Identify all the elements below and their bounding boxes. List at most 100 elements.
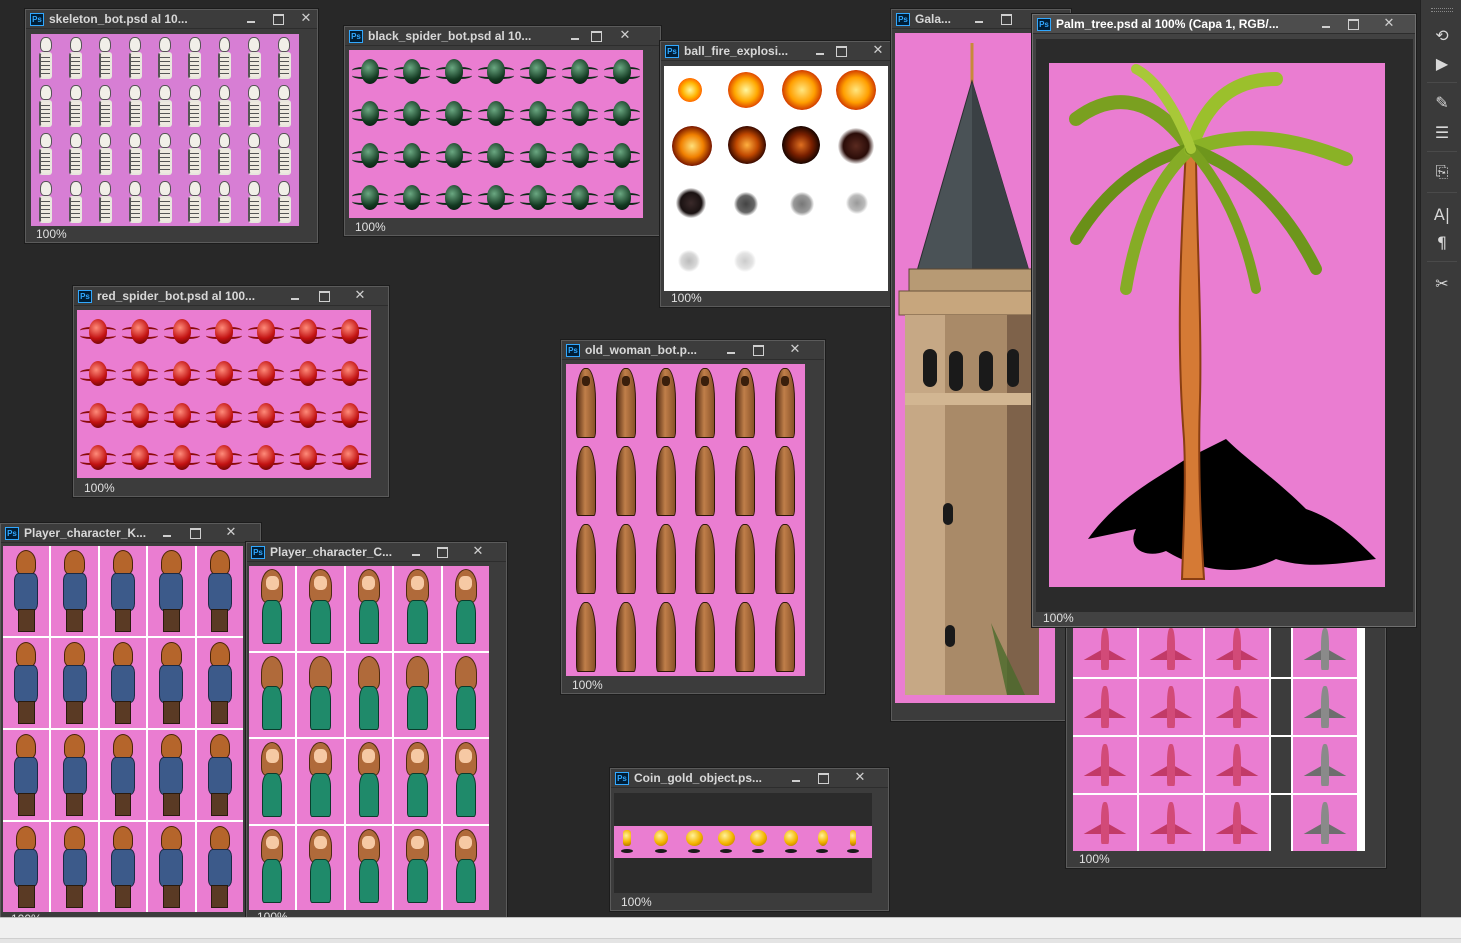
window-title: old_woman_bot.p... [585,344,698,357]
panel-dock-toolbar: ⟲ ▶ ✎ ☰ ⎘ A| ¶ ✂ [1420,0,1461,917]
panel-grip[interactable] [1431,8,1453,12]
window-titlebar[interactable]: Ps Palm_tree.psd al 100% (Capa 1, RGB/..… [1033,15,1415,34]
zoom-level[interactable]: 100% [84,482,115,495]
photoshop-icon: Ps [251,546,265,559]
status-bar [0,917,1461,943]
close-button[interactable]: ✕ [786,342,804,358]
window-ball-fire-explosion[interactable]: Ps ball_fire_explosi... ✕ 100% [660,41,892,307]
photoshop-icon: Ps [566,344,580,357]
minimize-button[interactable] [970,11,988,27]
window-titlebar[interactable]: Ps Player_character_C... ✕ [247,543,506,562]
zoom-level[interactable]: 100% [621,896,652,909]
coin-strip [614,826,872,858]
maximize-button[interactable] [315,288,333,304]
document-canvas[interactable] [566,364,805,676]
minimize-button[interactable] [811,43,829,59]
window-player-character-k[interactable]: Ps Player_character_K... ✕ 100% [0,523,261,928]
close-button[interactable]: ✕ [1380,16,1398,32]
tools-icon[interactable]: ✂ [1429,272,1455,296]
adjustments-icon[interactable]: ☰ [1429,121,1455,145]
photoshop-icon: Ps [665,45,679,58]
document-canvas[interactable] [77,310,371,478]
window-coin-gold-object[interactable]: Ps Coin_gold_object.ps... ✕ 100% [610,768,889,911]
maximize-button[interactable] [814,770,832,786]
zoom-level[interactable]: 100% [572,679,603,692]
photoshop-icon: Ps [349,30,363,43]
window-titlebar[interactable]: Ps black_spider_bot.psd al 10... ✕ [345,27,660,46]
character-icon[interactable]: A| [1429,203,1455,227]
document-canvas[interactable] [895,33,1055,703]
close-button[interactable]: ✕ [351,288,369,304]
document-canvas[interactable] [1036,39,1413,612]
document-canvas[interactable] [349,50,643,218]
close-button[interactable]: ✕ [469,544,487,560]
window-title: ball_fire_explosi... [684,45,789,58]
minimize-button[interactable] [787,770,805,786]
document-canvas[interactable] [1073,621,1365,851]
zoom-level[interactable]: 100% [355,221,386,234]
window-titlebar[interactable]: Ps old_woman_bot.p... ✕ [562,341,824,360]
maximize-button[interactable] [433,544,451,560]
document-canvas[interactable] [614,793,872,893]
maximize-button[interactable] [269,11,287,27]
photoshop-icon: Ps [615,772,629,785]
photoshop-icon: Ps [896,13,910,26]
maximize-button[interactable] [832,43,850,59]
window-title: red_spider_bot.psd al 100... [97,290,256,303]
minimize-button[interactable] [722,342,740,358]
minimize-button[interactable] [242,11,260,27]
window-old-woman-bot[interactable]: Ps old_woman_bot.p... ✕ 100% [561,340,825,694]
close-button[interactable]: ✕ [297,11,315,27]
maximize-button[interactable] [997,11,1015,27]
window-palm-tree[interactable]: Ps Palm_tree.psd al 100% (Capa 1, RGB/..… [1032,14,1416,627]
photoshop-icon: Ps [78,290,92,303]
zoom-level[interactable]: 100% [1043,612,1074,625]
minimize-button[interactable] [158,525,176,541]
minimize-button[interactable] [286,288,304,304]
toolbar-divider [1427,192,1457,193]
document-canvas[interactable] [31,34,299,226]
brush-presets-icon[interactable]: ✎ [1429,91,1455,115]
window-red-spider-bot[interactable]: Ps red_spider_bot.psd al 100... ✕ 100% [73,286,389,497]
toolbar-divider [1427,82,1457,83]
window-titlebar[interactable]: Ps red_spider_bot.psd al 100... ✕ [74,287,388,306]
document-canvas[interactable] [664,66,888,291]
window-title: black_spider_bot.psd al 10... [368,30,532,43]
close-button[interactable]: ✕ [869,43,887,59]
minimize-button[interactable] [566,28,584,44]
document-canvas[interactable] [249,566,489,910]
minimize-button[interactable] [1317,16,1335,32]
window-title: Player_character_K... [24,527,147,540]
window-title: skeleton_bot.psd al 10... [49,13,188,26]
paragraph-icon[interactable]: ¶ [1429,231,1455,255]
photoshop-icon: Ps [30,13,44,26]
maximize-button[interactable] [587,28,605,44]
window-black-spider-bot[interactable]: Ps black_spider_bot.psd al 10... ✕ 100% [344,26,661,236]
zoom-level[interactable]: 100% [36,228,67,241]
play-icon[interactable]: ▶ [1429,52,1455,76]
zoom-level[interactable]: 100% [1079,853,1110,866]
window-skeleton-bot[interactable]: Ps skeleton_bot.psd al 10... ✕ 100% [25,9,318,243]
maximize-button[interactable] [1344,16,1362,32]
minimize-button[interactable] [407,544,425,560]
zoom-level[interactable]: 100% [671,292,702,305]
maximize-button[interactable] [749,342,767,358]
close-button[interactable]: ✕ [222,525,240,541]
close-button[interactable]: ✕ [616,28,634,44]
maximize-button[interactable] [186,525,204,541]
photoshop-icon: Ps [1037,18,1051,31]
palm-tree-image [1049,63,1385,587]
window-planes[interactable]: 100% [1066,600,1386,868]
history-icon[interactable]: ⟲ [1429,24,1455,48]
clone-source-icon[interactable]: ⎘ [1429,160,1455,184]
tower-image [898,43,1046,695]
document-canvas[interactable] [3,546,243,912]
window-titlebar[interactable]: Ps Player_character_K... ✕ [1,524,260,543]
window-titlebar[interactable]: Ps Coin_gold_object.ps... ✕ [611,769,888,788]
window-titlebar[interactable]: Ps skeleton_bot.psd al 10... ✕ [26,10,317,29]
close-button[interactable]: ✕ [851,770,869,786]
toolbar-divider [1427,261,1457,262]
window-player-character-c[interactable]: Ps Player_character_C... ✕ 100% [246,542,507,926]
toolbar-divider [1427,151,1457,152]
window-titlebar[interactable]: Ps ball_fire_explosi... ✕ [661,42,891,61]
